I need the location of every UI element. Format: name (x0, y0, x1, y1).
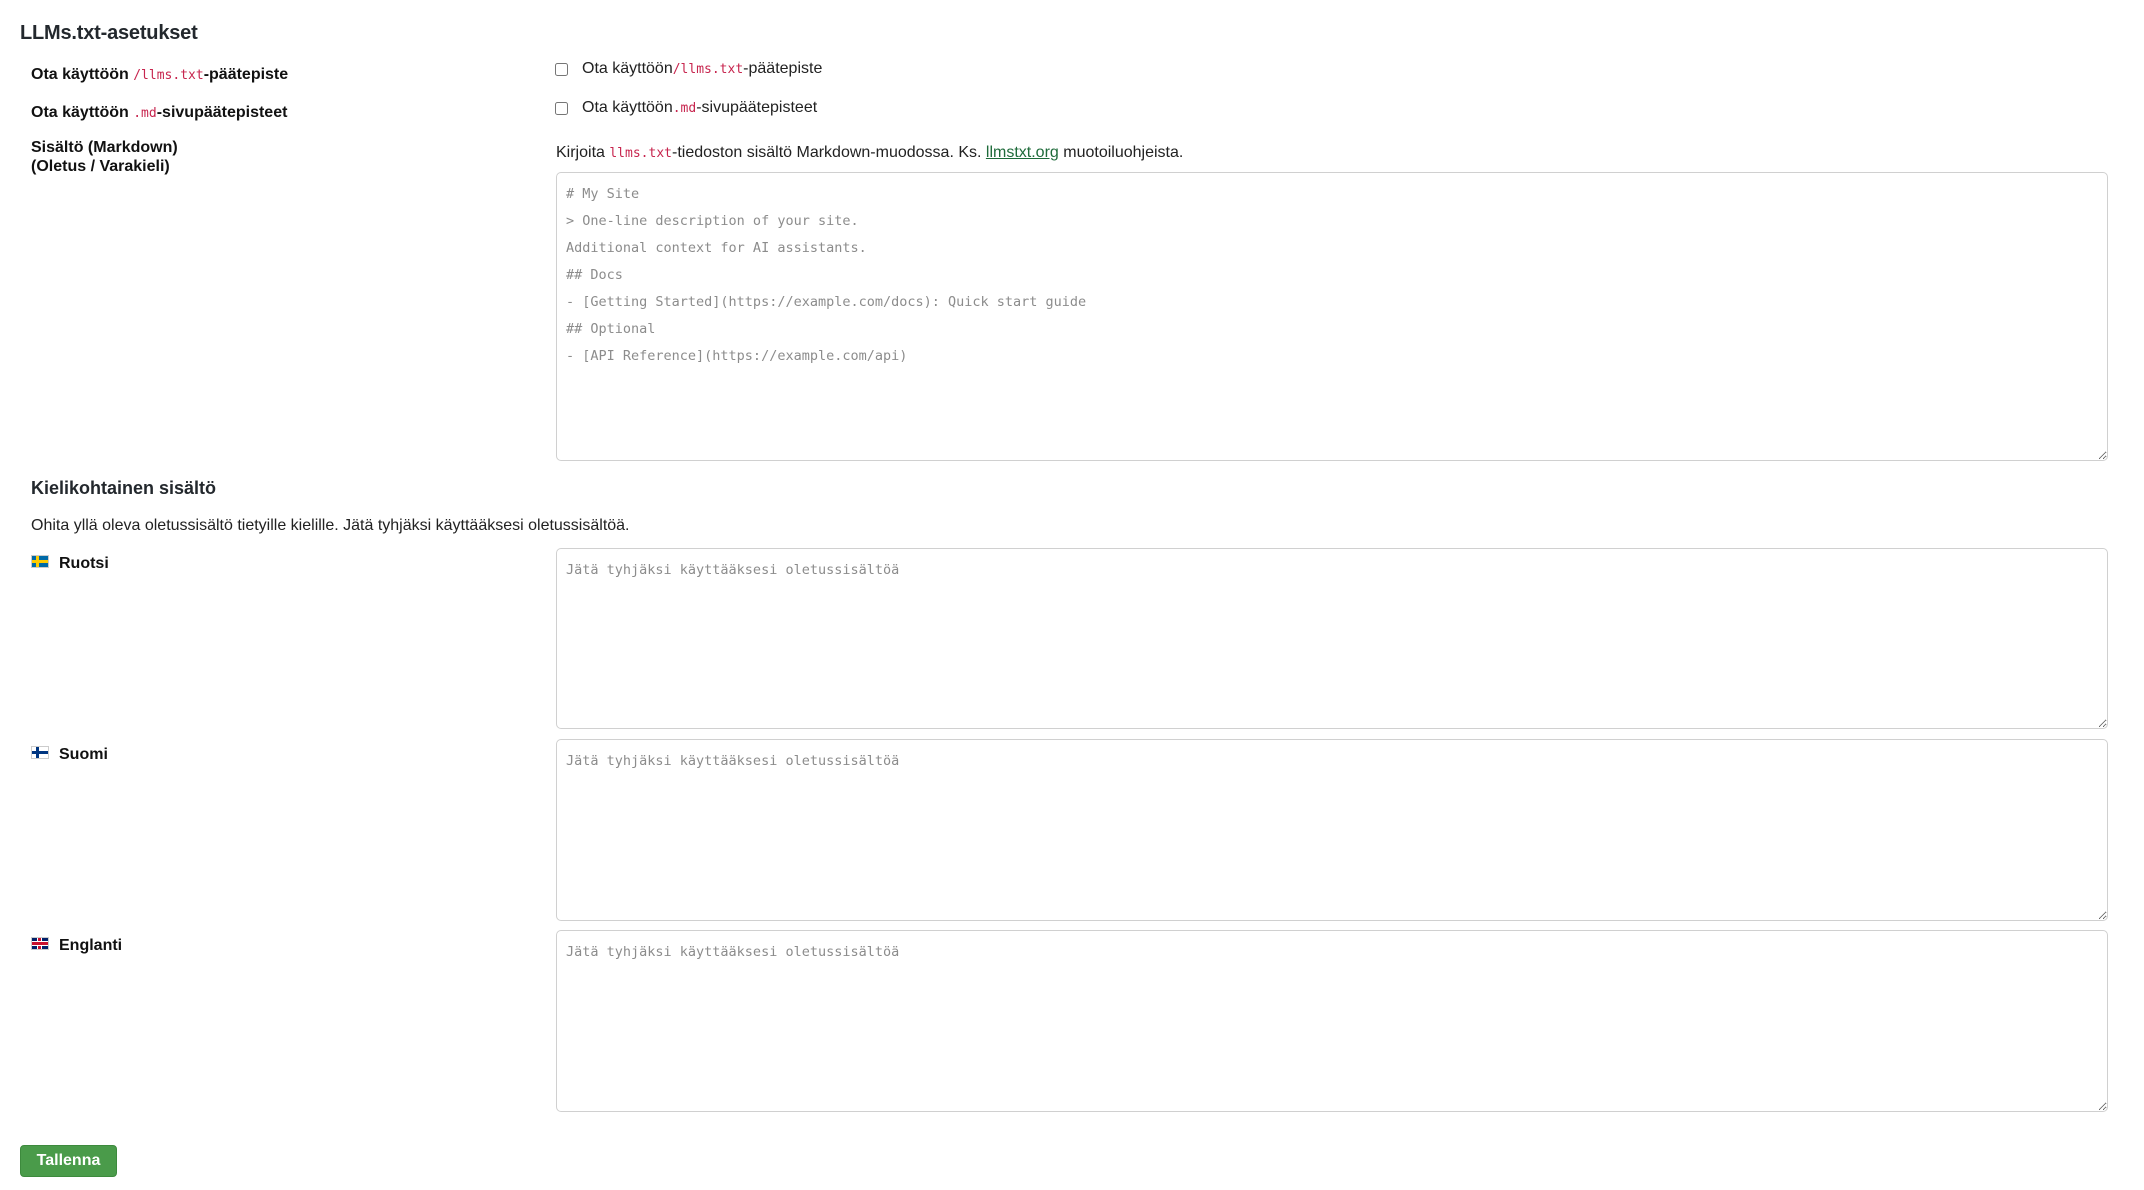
content-desc-prefix: Kirjoita (556, 144, 610, 161)
md-endpoints-label: Ota käyttöön .md-sivupäätepisteet (31, 104, 287, 122)
llmstxt-link[interactable]: llmstxt.org (986, 144, 1059, 161)
flag-sweden-icon (31, 554, 49, 568)
md-endpoints-checkbox[interactable] (555, 101, 568, 115)
llms-endpoint-checkbox-suffix: -päätepiste (743, 60, 823, 77)
content-desc-code: llms.txt (609, 146, 672, 161)
llms-endpoint-checkbox-prefix: Ota käyttöön (582, 60, 673, 77)
llms-endpoint-option[interactable]: Ota käyttöön /llms.txt -päätepiste (555, 60, 822, 78)
llms-endpoint-label-code: /llms.txt (133, 68, 204, 83)
llms-endpoint-label-suffix: -päätepiste (203, 66, 289, 83)
md-endpoints-label-code: .md (133, 106, 157, 121)
language-textarea-finnish[interactable] (556, 739, 2108, 921)
flag-uk-icon (31, 936, 49, 950)
llms-endpoint-checkbox[interactable] (555, 62, 568, 76)
flag-finland-icon (31, 745, 49, 759)
language-label-swedish: Ruotsi (31, 554, 109, 573)
page-title: LLMs.txt-asetukset (20, 22, 198, 44)
language-section-description: Ohita yllä oleva oletussisältö tietyille… (31, 517, 630, 534)
md-endpoints-label-suffix: -sivupäätepisteet (156, 104, 288, 121)
llms-endpoint-checkbox-code: /llms.txt (672, 61, 744, 77)
content-label: Sisältö (Markdown) (Oletus / Varakieli) (31, 138, 178, 176)
language-name: Ruotsi (59, 555, 109, 572)
language-textarea-swedish[interactable] (556, 548, 2108, 729)
content-description: Kirjoita llms.txt-tiedoston sisältö Mark… (556, 144, 1183, 162)
llms-endpoint-label-prefix: Ota käyttöön (31, 66, 134, 83)
content-desc-middle: -tiedoston sisältö Markdown-muodossa. Ks… (671, 144, 986, 161)
md-endpoints-checkbox-code: .md (672, 100, 697, 116)
content-label-line2: (Oletus / Varakieli) (31, 158, 170, 175)
save-button[interactable]: Tallenna (20, 1145, 117, 1177)
language-name: Suomi (59, 746, 108, 763)
language-name: Englanti (59, 937, 123, 954)
language-section-title: Kielikohtainen sisältö (31, 478, 217, 498)
content-desc-suffix: muotoiluohjeista. (1058, 144, 1184, 161)
md-endpoints-checkbox-suffix: -sivupäätepisteet (696, 99, 818, 116)
language-textarea-english[interactable] (556, 930, 2108, 1112)
language-label-finnish: Suomi (31, 745, 108, 764)
md-endpoints-label-prefix: Ota käyttöön (31, 104, 134, 121)
content-label-line1: Sisältö (Markdown) (31, 139, 178, 156)
content-markdown-textarea[interactable] (556, 172, 2108, 461)
md-endpoints-checkbox-prefix: Ota käyttöön (582, 99, 673, 116)
llms-endpoint-label: Ota käyttöön /llms.txt-päätepiste (31, 66, 288, 84)
language-label-english: Englanti (31, 936, 123, 955)
md-endpoints-option[interactable]: Ota käyttöön .md -sivupäätepisteet (555, 99, 817, 117)
